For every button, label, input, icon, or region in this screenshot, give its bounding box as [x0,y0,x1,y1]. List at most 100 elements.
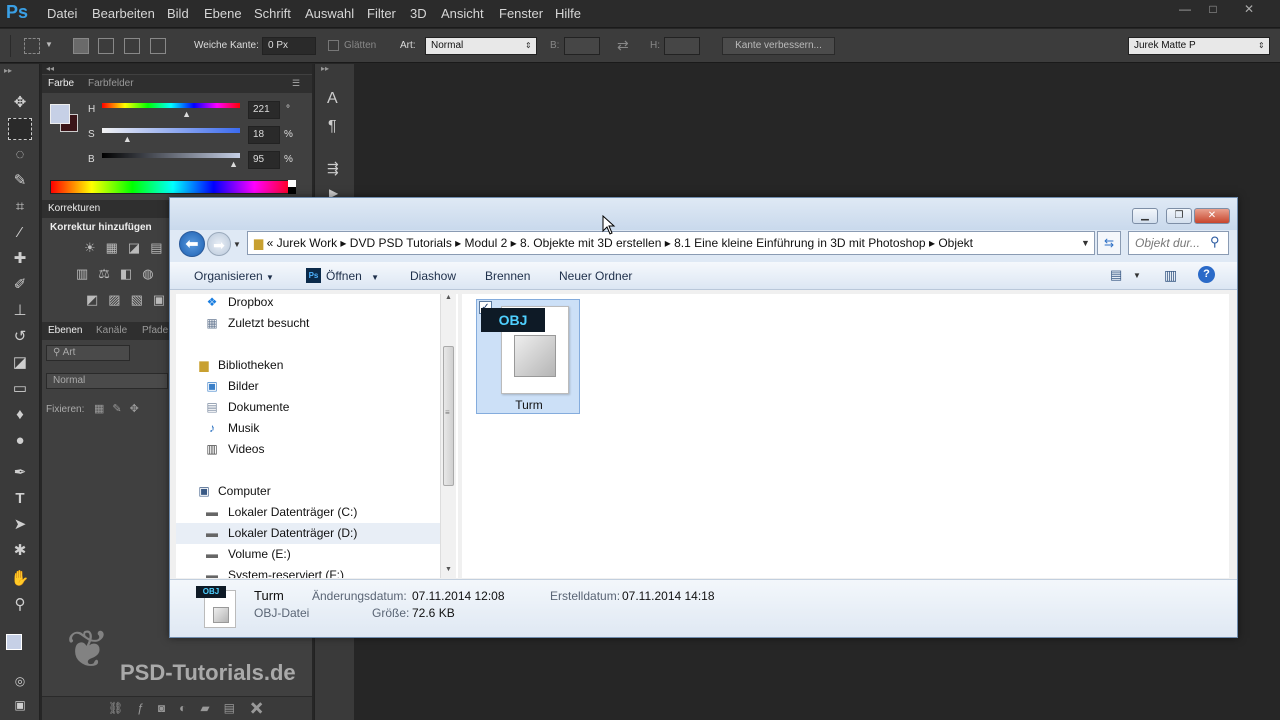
hue-slider-thumb[interactable]: ▲ [182,109,191,119]
nav-computer[interactable]: ▣ Computer [176,481,440,502]
brush-tool-icon[interactable]: ✐ [8,274,32,296]
eraser-tool-icon[interactable]: ◪ [8,352,32,374]
swap-icon[interactable]: ⇄ [617,37,629,54]
intersect-selection-icon[interactable] [150,38,166,54]
path-select-tool-icon[interactable]: ➤ [8,514,32,536]
tab-channels[interactable]: Kanäle [96,325,127,336]
tab-layers[interactable]: Ebenen [48,325,82,336]
width-input[interactable] [564,37,600,55]
breadcrumb-separator-icon[interactable]: ▸ [511,236,517,250]
address-dropdown-icon[interactable]: ▼ [1081,238,1090,248]
style-select[interactable]: Normal [425,37,537,55]
menu-bild[interactable]: Bild [167,6,189,21]
brightness-slider[interactable] [102,153,240,158]
menu-schrift[interactable]: Schrift [254,6,291,21]
nav-libraries[interactable]: ▆ Bibliotheken [176,355,440,376]
dodge-tool-icon[interactable]: ● [8,430,32,452]
subtract-selection-icon[interactable] [124,38,140,54]
history-dropdown-icon[interactable]: ▼ [233,240,241,249]
breadcrumb-overflow[interactable]: « [267,236,274,250]
saturation-slider-thumb[interactable]: ▲ [123,134,132,144]
nav-videos[interactable]: ▥ Videos [176,439,440,460]
search-icon[interactable]: ⚲ [1210,234,1220,250]
history-panel-icon[interactable]: ⇶ [327,160,339,177]
black-white-swatch[interactable] [288,180,296,194]
maximize-button[interactable]: □ [1202,2,1224,18]
tool-preset-chevron-icon[interactable]: ▼ [45,40,53,49]
saturation-slider[interactable] [102,128,240,133]
workspace-select[interactable]: Jurek Matte P [1128,37,1270,55]
organize-button[interactable]: Organisieren ▼ [194,269,274,283]
view-options-icon[interactable]: ▤ [1110,267,1122,283]
quick-select-tool-icon[interactable]: ✎ [8,170,32,192]
saturation-input[interactable]: 18 [248,126,280,144]
lasso-tool-icon[interactable]: ◌ [8,144,32,166]
nav-drive-c[interactable]: ▬ Lokaler Datenträger (C:) [176,502,440,523]
nav-documents[interactable]: ▤ Dokumente [176,397,440,418]
breadcrumb-item[interactable]: 8. Objekte mit 3D erstellen [520,236,661,250]
foreground-color-swatch[interactable] [6,634,22,650]
screen-mode-icon[interactable]: ▣ [8,694,32,716]
tab-paths[interactable]: Pfade [142,325,168,336]
explorer-close-button[interactable]: ✕ [1194,208,1230,224]
slideshow-button[interactable]: Diashow [410,269,456,283]
breadcrumb-separator-icon[interactable]: ▸ [340,236,346,250]
view-dropdown-icon[interactable]: ▼ [1133,271,1141,280]
pen-tool-icon[interactable]: ✒ [8,462,32,484]
collapse-left-icon[interactable]: ◂◂ [46,64,54,73]
address-bar[interactable]: ▆ « Jurek Work ▸ DVD PSD Tutorials ▸ Mod… [247,231,1095,255]
layer-filter-select[interactable]: ⚲ Art [46,345,130,361]
explorer-titlebar[interactable]: ▁ ❐ ✕ [170,198,1237,230]
menu-auswahl[interactable]: Auswahl [305,6,354,21]
history-brush-icon[interactable]: ↺ [8,326,32,348]
menu-filter[interactable]: Filter [367,6,396,21]
type-tool-icon[interactable]: T [8,488,32,510]
shape-tool-icon[interactable]: ✱ [8,540,32,562]
healing-brush-icon[interactable]: ✚ [8,248,32,270]
new-folder-button[interactable]: Neuer Ordner [559,269,632,283]
quick-mask-icon[interactable]: ◎ [8,670,32,692]
adjustment-icons-row-3[interactable]: ◩▨▧▣ [86,292,176,308]
blend-mode-select[interactable]: Normal [46,373,168,389]
refresh-button[interactable]: ⇆ [1097,231,1121,255]
forward-button[interactable]: ➡ [207,232,231,256]
menu-ansicht[interactable]: Ansicht [441,6,484,21]
menu-fenster[interactable]: Fenster [499,6,543,21]
panel-menu-icon[interactable]: ☰ [292,78,300,89]
nav-recent[interactable]: ▦ Zuletzt besucht [176,313,440,334]
help-icon[interactable]: ? [1198,266,1215,283]
height-input[interactable] [664,37,700,55]
navigation-scrollbar[interactable]: ▲ ≡ ▼ [440,294,456,578]
close-button[interactable]: ✕ [1238,2,1260,18]
breadcrumb-item[interactable]: Modul 2 [465,236,508,250]
adjustment-icons-row-2[interactable]: ▥⚖◧◍ [76,266,176,282]
menu-bearbeiten[interactable]: Bearbeiten [92,6,155,21]
minimize-button[interactable]: — [1174,2,1196,18]
crop-tool-icon[interactable]: ⌗ [8,196,32,218]
nav-music[interactable]: ♪ Musik [176,418,440,439]
scroll-up-icon[interactable]: ▲ [445,294,452,301]
tab-corrections[interactable]: Korrekturen [48,203,100,214]
burn-button[interactable]: Brennen [485,269,530,283]
character-panel-icon[interactable]: A [327,90,338,108]
file-item[interactable]: ✓ OBJ Turm [476,299,580,414]
breadcrumb-separator-icon[interactable]: ▸ [929,236,935,250]
hand-tool-icon[interactable]: ✋ [8,568,32,590]
brightness-slider-thumb[interactable]: ▲ [229,159,238,169]
breadcrumb-item[interactable]: Jurek Work [277,236,337,250]
stamp-tool-icon[interactable]: ⊥ [8,300,32,322]
refine-edge-button[interactable]: Kante verbessern... [722,37,835,55]
preview-pane-icon[interactable]: ▥ [1164,267,1177,284]
menu-3d[interactable]: 3D [410,6,427,21]
hue-slider[interactable] [102,103,240,108]
collapse-icon[interactable]: ▸▸ [4,66,12,75]
feather-input[interactable]: 0 Px [262,37,316,55]
menu-hilfe[interactable]: Hilfe [555,6,581,21]
marquee-tool-icon[interactable] [24,38,40,54]
gradient-tool-icon[interactable]: ▭ [8,378,32,400]
menu-datei[interactable]: Datei [47,6,77,21]
tab-color[interactable]: Farbe [48,78,74,89]
breadcrumb-item[interactable]: 8.1 Eine kleine Einführung in 3D mit Pho… [674,236,926,250]
new-selection-icon[interactable] [73,38,89,54]
menu-ebene[interactable]: Ebene [204,6,242,21]
